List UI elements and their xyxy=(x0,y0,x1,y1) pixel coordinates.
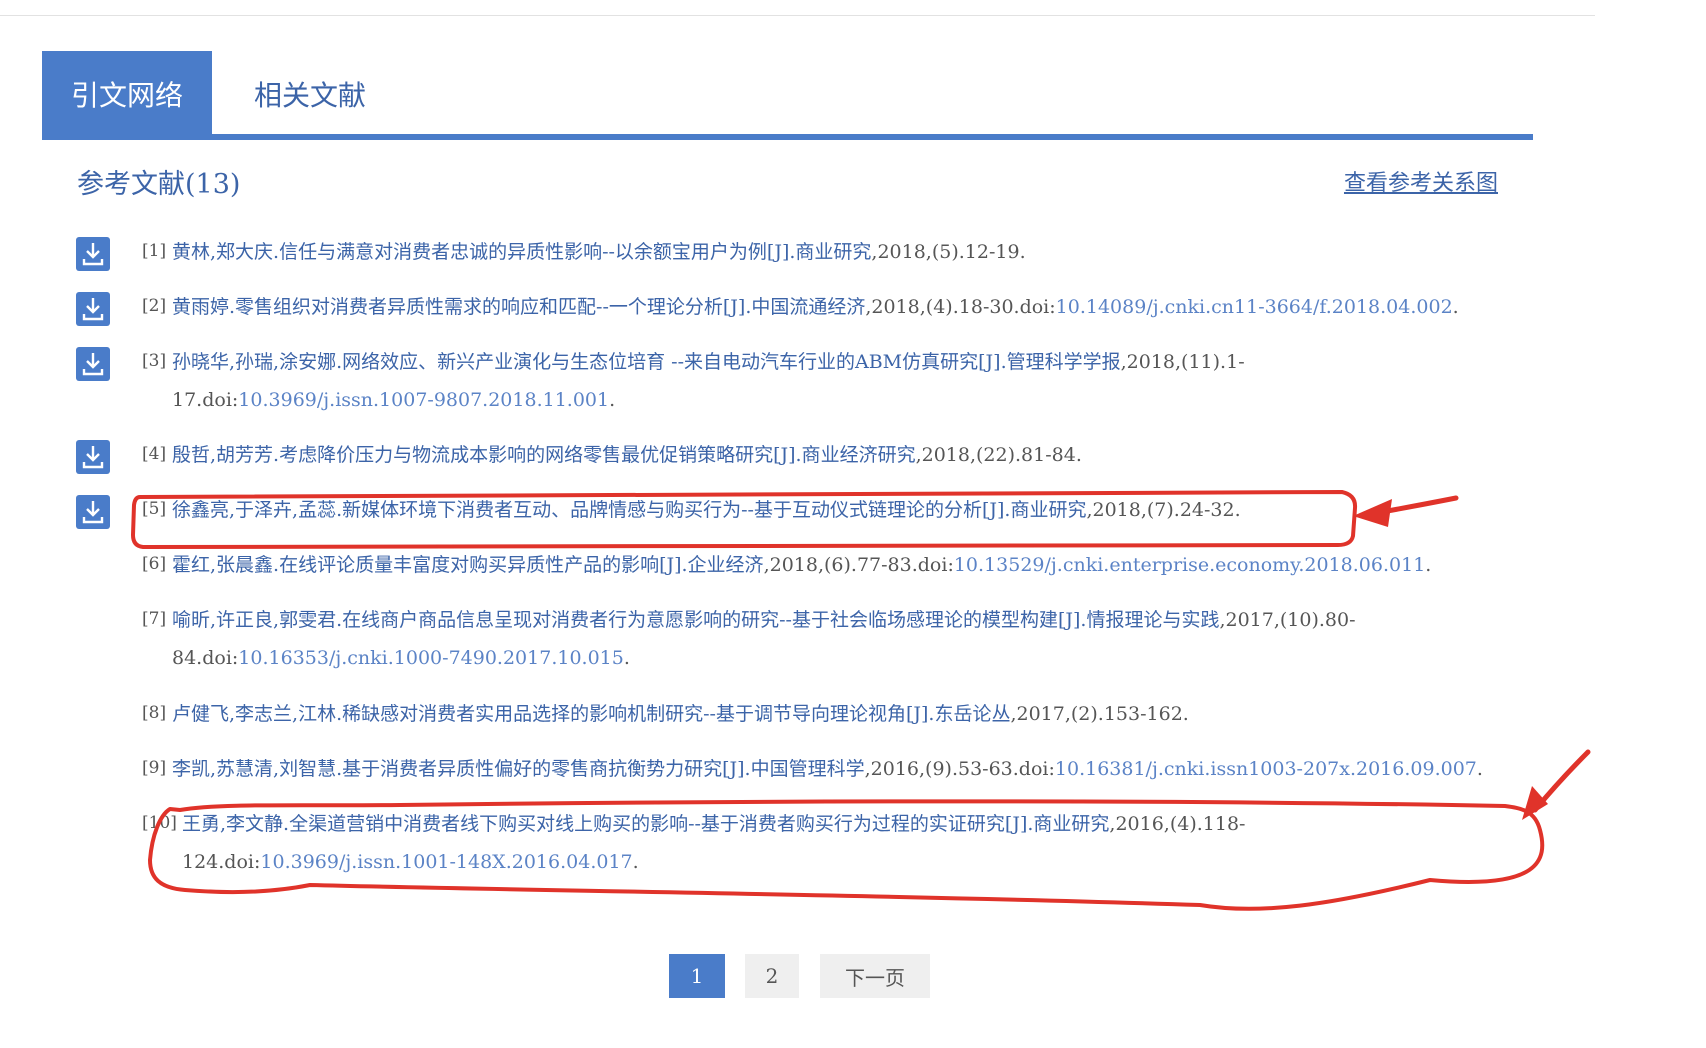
reference-text: 喻昕,许正良,郭雯君.在线商户商品信息呈现对消费者行为意愿影响的研究--基于社会… xyxy=(172,601,1497,677)
reference-end: . xyxy=(623,647,630,669)
doi-link[interactable]: 10.14089/j.cnki.cn11-3664/f.2018.04.002 xyxy=(1056,296,1453,318)
reference-meta: ,2018,(6).77-83.doi: xyxy=(763,554,954,576)
reference-number: [6] xyxy=(142,554,167,574)
reference-end: . xyxy=(1476,758,1483,780)
reference-title-link[interactable]: 喻昕,许正良,郭雯君.在线商户商品信息呈现对消费者行为意愿影响的研究--基于社会… xyxy=(172,609,1219,631)
reference-title-link[interactable]: 孙晓华,孙瑞,涂安娜.网络效应、新兴产业演化与生态位培育 --来自电动汽车行业的… xyxy=(172,351,1121,373)
doi-link[interactable]: 10.16381/j.cnki.issn1003-207x.2016.09.00… xyxy=(1055,758,1477,780)
download-icon[interactable] xyxy=(76,440,110,474)
reference-meta: ,2018,(22).81-84. xyxy=(915,444,1082,466)
next-page-button[interactable]: 下一页 xyxy=(820,954,930,998)
reference-text: 殷哲,胡芳芳.考虑降价压力与物流成本影响的网络零售最优促销策略研究[J].商业经… xyxy=(172,436,1497,474)
doi-link[interactable]: 10.13529/j.cnki.enterprise.economy.2018.… xyxy=(954,554,1425,576)
reference-number: [8] xyxy=(142,703,167,723)
reference-meta: ,2017,(2).153-162. xyxy=(1010,703,1189,725)
doi-link[interactable]: 10.3969/j.issn.1007-9807.2018.11.001 xyxy=(238,389,609,411)
download-icon[interactable] xyxy=(76,292,110,326)
reference-text: 卢健飞,李志兰,江林.稀缺感对消费者实用品选择的影响机制研究--基于调节导向理论… xyxy=(172,695,1497,733)
reference-list: [1] 黄林,郑大庆.信任与满意对消费者忠诚的异质性影响--以余额宝用户为例[J… xyxy=(0,0,1706,920)
reference-number: [2] xyxy=(142,296,167,316)
reference-title-link[interactable]: 霍红,张晨鑫.在线评论质量丰富度对购买异质性产品的影响[J].企业经济 xyxy=(172,554,764,576)
reference-meta: ,2018,(4).18-30.doi: xyxy=(865,296,1056,318)
reference-title-link[interactable]: 黄林,郑大庆.信任与满意对消费者忠诚的异质性影响--以余额宝用户为例[J].商业… xyxy=(172,241,871,263)
reference-number: [3] xyxy=(142,351,167,371)
reference-end: . xyxy=(1452,296,1459,318)
reference-title-link[interactable]: 卢健飞,李志兰,江林.稀缺感对消费者实用品选择的影响机制研究--基于调节导向理论… xyxy=(172,703,1010,725)
reference-title-link[interactable]: 黄雨婷.零售组织对消费者异质性需求的响应和匹配--一个理论分析[J].中国流通经… xyxy=(172,296,865,318)
reference-title-link[interactable]: 王勇,李文静.全渠道营销中消费者线下购买对线上购买的影响--基于消费者购买行为过… xyxy=(182,813,1109,835)
reference-number: [1] xyxy=(142,241,167,261)
doi-link[interactable]: 10.3969/j.issn.1001-148X.2016.04.017 xyxy=(260,851,632,873)
page-2-button[interactable]: 2 xyxy=(745,954,799,998)
page-1-button[interactable]: 1 xyxy=(669,954,725,998)
download-icon[interactable] xyxy=(76,495,110,529)
reference-text: 徐鑫亮,于泽卉,孟蕊.新媒体环境下消费者互动、品牌情感与购买行为--基于互动仪式… xyxy=(172,491,1497,529)
reference-number: [5] xyxy=(142,499,167,519)
download-icon[interactable] xyxy=(76,237,110,271)
reference-number: [9] xyxy=(142,758,167,778)
reference-text: 霍红,张晨鑫.在线评论质量丰富度对购买异质性产品的影响[J].企业经济,2018… xyxy=(172,546,1497,584)
reference-title-link[interactable]: 徐鑫亮,于泽卉,孟蕊.新媒体环境下消费者互动、品牌情感与购买行为--基于互动仪式… xyxy=(172,499,1086,521)
reference-number: [10] xyxy=(142,813,177,833)
reference-text: 李凯,苏慧清,刘智慧.基于消费者异质性偏好的零售商抗衡势力研究[J].中国管理科… xyxy=(172,750,1497,788)
reference-text: 王勇,李文静.全渠道营销中消费者线下购买对线上购买的影响--基于消费者购买行为过… xyxy=(182,805,1497,881)
reference-meta: ,2018,(5).12-19. xyxy=(871,241,1026,263)
reference-end: . xyxy=(1425,554,1432,576)
reference-meta: ,2018,(7).24-32. xyxy=(1086,499,1241,521)
reference-number: [4] xyxy=(142,444,167,464)
reference-title-link[interactable]: 殷哲,胡芳芳.考虑降价压力与物流成本影响的网络零售最优促销策略研究[J].商业经… xyxy=(172,444,916,466)
reference-meta: ,2016,(9).53-63.doi: xyxy=(864,758,1055,780)
reference-text: 黄雨婷.零售组织对消费者异质性需求的响应和匹配--一个理论分析[J].中国流通经… xyxy=(172,288,1497,326)
reference-end: . xyxy=(609,389,616,411)
download-icon[interactable] xyxy=(76,347,110,381)
reference-text: 孙晓华,孙瑞,涂安娜.网络效应、新兴产业演化与生态位培育 --来自电动汽车行业的… xyxy=(172,343,1497,419)
doi-link[interactable]: 10.16353/j.cnki.1000-7490.2017.10.015 xyxy=(238,647,624,669)
reference-end: . xyxy=(632,851,639,873)
reference-title-link[interactable]: 李凯,苏慧清,刘智慧.基于消费者异质性偏好的零售商抗衡势力研究[J].中国管理科… xyxy=(172,758,865,780)
reference-number: [7] xyxy=(142,609,167,629)
reference-text: 黄林,郑大庆.信任与满意对消费者忠诚的异质性影响--以余额宝用户为例[J].商业… xyxy=(172,233,1497,271)
